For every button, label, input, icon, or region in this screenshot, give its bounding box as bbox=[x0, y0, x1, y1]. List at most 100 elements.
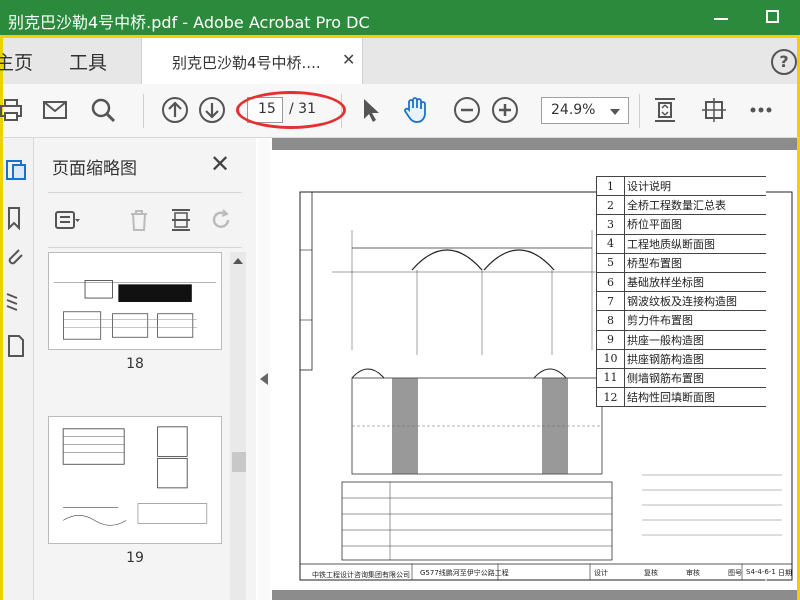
drawing-title: 全桥工程数量汇总表 bbox=[624, 195, 766, 216]
drawing-number: 4 bbox=[596, 234, 625, 254]
attachment-icon[interactable] bbox=[5, 246, 29, 270]
delete-page-icon[interactable] bbox=[126, 207, 152, 233]
zoom-in-icon[interactable] bbox=[491, 96, 519, 124]
drawing-title: 侧墙钢筋布置图 bbox=[624, 368, 766, 389]
document-icon[interactable] bbox=[5, 334, 29, 358]
page-thumbnails-icon[interactable] bbox=[5, 158, 29, 182]
panel-collapse-handle[interactable] bbox=[258, 138, 270, 600]
scroll-up-icon[interactable] bbox=[233, 258, 243, 264]
thumbnail-page-number: 18 bbox=[126, 356, 144, 372]
footer-review: 复核 bbox=[644, 569, 658, 577]
rotate-page-icon[interactable] bbox=[208, 207, 234, 233]
thumbnail-panel: 页面缩略图 ✕ 18 19 bbox=[34, 138, 256, 600]
drawing-title: 剪力件布置图 bbox=[624, 310, 766, 331]
drawing-title: 结构性回填断面图 bbox=[624, 387, 766, 408]
annotation-oval bbox=[236, 91, 346, 129]
drawing-number: 3 bbox=[596, 214, 625, 235]
drawing-list-row: 2 全桥工程数量汇总表 bbox=[596, 195, 766, 216]
chevron-left-icon bbox=[260, 373, 268, 385]
drawing-number: 2 bbox=[596, 195, 625, 216]
drawing-list-row: 10 拱座钢筋构造图 bbox=[596, 349, 766, 369]
drawing-title: 拱座钢筋构造图 bbox=[624, 349, 766, 369]
hand-tool-icon[interactable] bbox=[401, 96, 429, 124]
tab-tools[interactable]: 工具 bbox=[69, 48, 107, 75]
layers-icon[interactable] bbox=[5, 288, 29, 312]
footer-date: 日期 bbox=[778, 569, 792, 577]
drawing-list-row: 1 设计说明 bbox=[596, 176, 766, 197]
bookmark-icon[interactable] bbox=[5, 206, 29, 231]
drawing-title: 设计说明 bbox=[624, 176, 766, 197]
drawing-number: 12 bbox=[596, 387, 625, 408]
drawing-list-table: 1 设计说明 2 全桥工程数量汇总表 3 桥位平面图 4 工程地质纵断面图 5 桥型布置图 6 基础放… bbox=[596, 176, 766, 408]
thumbnail-list: 18 19 bbox=[34, 252, 230, 600]
drawing-list-row: 6 基础放样坐标图 bbox=[596, 272, 766, 293]
footer-company: 中铁工程设计咨询集团有限公司 bbox=[312, 571, 410, 579]
window-title: 别克巴沙勒4号中桥.pdf - Adobe Acrobat Pro DC bbox=[8, 13, 370, 32]
document-tab-label: 别克巴沙勒4号中桥.... bbox=[172, 54, 321, 72]
tab-home[interactable]: 主页 bbox=[0, 48, 33, 75]
fit-page-icon[interactable] bbox=[651, 96, 679, 124]
drawing-title: 工程地质纵断面图 bbox=[624, 234, 766, 254]
drawing-list-row: 7 钢波纹板及连接构造图 bbox=[596, 291, 766, 312]
email-icon[interactable] bbox=[41, 96, 69, 124]
zoom-out-icon[interactable] bbox=[453, 96, 481, 124]
footer-design: 设计 bbox=[594, 569, 608, 577]
panel-title: 页面缩略图 bbox=[52, 159, 137, 179]
thumbnail-page-number: 19 bbox=[126, 550, 144, 566]
drawing-number: 11 bbox=[596, 368, 625, 389]
previous-page-icon[interactable] bbox=[161, 96, 189, 124]
drawing-list-row: 9 拱座一般构造图 bbox=[596, 330, 766, 350]
footer-sheet-value: S4-4-6-1 bbox=[746, 568, 776, 576]
footer-project: G577线鹏河至伊宁公路工程 bbox=[420, 569, 509, 577]
drawing-number: 5 bbox=[596, 253, 625, 273]
drawing-title: 桥位平面图 bbox=[624, 214, 766, 235]
main-toolbar: 15 / 31 24.9% bbox=[0, 84, 800, 138]
page-thumbnail-19[interactable] bbox=[48, 416, 222, 544]
drawing-list-row: 5 桥型布置图 bbox=[596, 253, 766, 273]
drawing-list-row: 3 桥位平面图 bbox=[596, 214, 766, 235]
title-bar: 别克巴沙勒4号中桥.pdf - Adobe Acrobat Pro DC bbox=[0, 0, 800, 38]
footer-sheet-no: 图号 bbox=[728, 569, 742, 577]
drawing-title: 钢波纹板及连接构造图 bbox=[624, 291, 766, 312]
drawing-number: 10 bbox=[596, 349, 625, 369]
select-cursor-icon[interactable] bbox=[357, 96, 385, 124]
drawing-list-row: 8 剪力件布置图 bbox=[596, 310, 766, 331]
drawing-number: 8 bbox=[596, 310, 625, 331]
document-view[interactable]: 1 设计说明 2 全桥工程数量汇总表 3 桥位平面图 4 工程地质纵断面图 5 桥型布置图 6 基础放… bbox=[272, 138, 800, 600]
drawing-title: 拱座一般构造图 bbox=[624, 330, 766, 350]
drawing-number: 1 bbox=[596, 176, 625, 197]
left-tool-strip bbox=[0, 138, 34, 600]
drawing-list-row: 12 结构性回填断面图 bbox=[596, 387, 766, 408]
drawing-list-row: 4 工程地质纵断面图 bbox=[596, 234, 766, 254]
toolbar-divider bbox=[639, 94, 640, 128]
full-screen-icon[interactable] bbox=[700, 96, 728, 124]
minimize-icon[interactable] bbox=[714, 18, 728, 20]
panel-toolbar bbox=[48, 192, 242, 248]
drawing-title: 基础放样坐标图 bbox=[624, 272, 766, 293]
pdf-page: 1 设计说明 2 全桥工程数量汇总表 3 桥位平面图 4 工程地质纵断面图 5 桥型布置图 6 基础放… bbox=[272, 150, 797, 590]
extract-page-icon[interactable] bbox=[168, 207, 194, 233]
watermark-text: www.onde.com bbox=[692, 578, 797, 594]
maximize-icon[interactable] bbox=[766, 10, 779, 23]
drawing-title: 桥型布置图 bbox=[624, 253, 766, 273]
close-panel-icon[interactable]: ✕ bbox=[210, 150, 230, 178]
drawing-list-row: 11 侧墙钢筋布置图 bbox=[596, 368, 766, 389]
zoom-level-value: 24.9% bbox=[551, 102, 596, 118]
thumbnail-scrollbar[interactable] bbox=[230, 252, 246, 600]
page-thumbnail-18[interactable] bbox=[48, 252, 222, 350]
toolbar-divider bbox=[143, 94, 144, 128]
close-tab-icon[interactable]: ✕ bbox=[342, 50, 355, 69]
scrollbar-thumb[interactable] bbox=[232, 452, 246, 472]
help-icon[interactable]: ? bbox=[771, 49, 797, 75]
chevron-down-icon bbox=[610, 109, 620, 115]
drawing-number: 9 bbox=[596, 330, 625, 350]
tab-document[interactable]: 别克巴沙勒4号中桥.... ✕ bbox=[141, 38, 363, 84]
search-icon[interactable] bbox=[89, 96, 117, 124]
zoom-level-dropdown[interactable]: 24.9% bbox=[541, 97, 629, 124]
tabs-bar: 主页 工具 别克巴沙勒4号中桥.... ✕ ? bbox=[0, 38, 800, 84]
next-page-icon[interactable] bbox=[198, 96, 226, 124]
drawing-number: 6 bbox=[596, 272, 625, 293]
thumbnail-options-icon[interactable] bbox=[54, 207, 80, 233]
more-options-icon[interactable] bbox=[747, 96, 775, 124]
print-icon[interactable] bbox=[0, 96, 25, 124]
